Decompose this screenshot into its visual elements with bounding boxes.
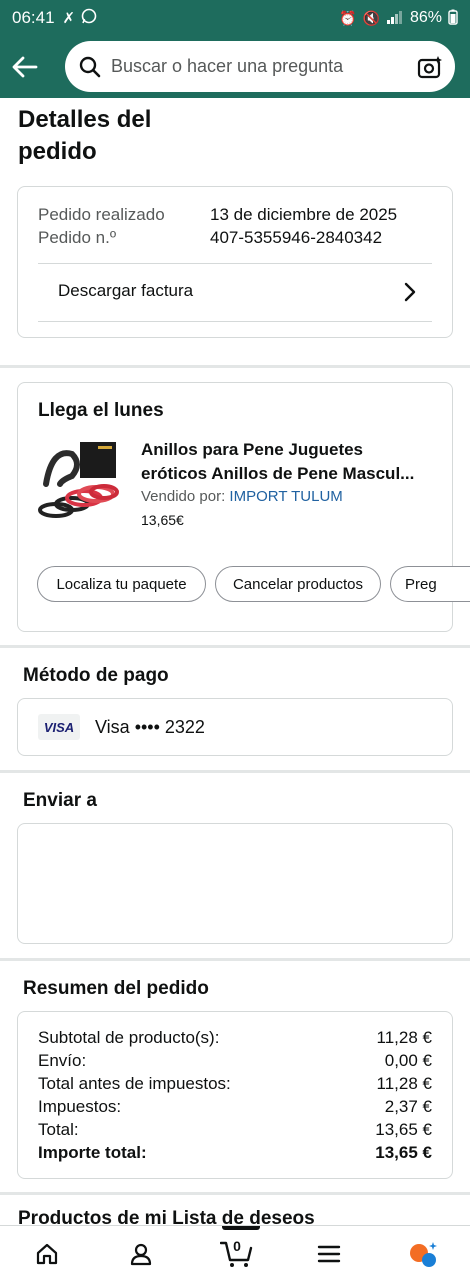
summary-label: Importe total: bbox=[38, 1143, 147, 1162]
battery-level: 86% bbox=[409, 9, 442, 26]
summary-value: 0,00 € bbox=[384, 1051, 432, 1070]
summary-label: Subtotal de producto(s): bbox=[38, 1028, 220, 1047]
nav-cart[interactable]: 0 bbox=[207, 1226, 267, 1280]
mute-icon: 🔇 bbox=[362, 9, 380, 26]
summary-label: Total: bbox=[38, 1120, 79, 1139]
sold-by: Vendido por: IMPORT TULUM bbox=[141, 488, 343, 505]
card-number: Visa •••• 2322 bbox=[95, 717, 205, 737]
nav-home[interactable] bbox=[17, 1226, 77, 1280]
summary-total-row: Importe total: 13,65 € bbox=[38, 1143, 432, 1163]
battery-icon bbox=[448, 9, 458, 28]
summary-label: Envío: bbox=[38, 1051, 87, 1070]
nav-rufus[interactable] bbox=[393, 1226, 453, 1280]
ask-question-button[interactable]: Preg bbox=[390, 566, 470, 602]
back-button[interactable] bbox=[0, 36, 50, 98]
summary-row: Impuestos: 2,37 € bbox=[38, 1097, 432, 1117]
section-divider bbox=[0, 645, 470, 648]
alarm-icon: ⏰ bbox=[339, 9, 357, 26]
payment-card bbox=[17, 698, 453, 756]
download-invoice-label: Descargar factura bbox=[58, 281, 194, 300]
rufus-assistant-icon bbox=[410, 1241, 437, 1267]
section-divider bbox=[0, 770, 470, 773]
app-header: Buscar o hacer una pregunta bbox=[0, 36, 470, 98]
summary-value: 2,37 € bbox=[384, 1097, 432, 1116]
status-icons: ⏰ 🔇 86% bbox=[339, 9, 458, 28]
order-number-label: Pedido n.º bbox=[38, 228, 117, 247]
summary-row: Subtotal de producto(s): 11,28 € bbox=[38, 1028, 432, 1048]
order-placed-label: Pedido realizado bbox=[38, 205, 165, 224]
missed-call-icon: ✗ bbox=[62, 10, 76, 27]
search-icon bbox=[79, 56, 101, 77]
summary-value: 13,65 € bbox=[375, 1143, 432, 1162]
delivery-heading: Llega el lunes bbox=[38, 400, 164, 421]
section-divider bbox=[0, 1192, 470, 1195]
summary-row: Total antes de impuestos: 11,28 € bbox=[38, 1074, 432, 1094]
status-bar: 06:41 ✗ ⏰ 🔇 86% bbox=[0, 0, 470, 36]
whatsapp-icon bbox=[81, 8, 97, 28]
download-invoice-row[interactable]: Descargar factura bbox=[38, 264, 432, 321]
product-title-line: Anillos para Pene Juguetes bbox=[141, 440, 364, 459]
product-price: 13,65€ bbox=[141, 512, 184, 528]
cart-count: 0 bbox=[233, 1238, 241, 1254]
order-placed-value: 13 de diciembre de 2025 bbox=[210, 205, 398, 224]
bottom-navigation: 0 bbox=[0, 1225, 470, 1280]
signal-icon bbox=[386, 10, 404, 27]
menu-icon bbox=[317, 1245, 341, 1262]
cancel-items-button[interactable]: Cancelar productos bbox=[215, 566, 381, 602]
search-bar[interactable]: Buscar o hacer una pregunta bbox=[65, 41, 455, 92]
order-number-value: 407-5355946-2840342 bbox=[210, 228, 383, 247]
page-title: Detalles del pedido bbox=[18, 106, 152, 165]
summary-row: Envío: 0,00 € bbox=[38, 1051, 432, 1071]
section-divider bbox=[0, 958, 470, 961]
summary-value: 13,65 € bbox=[375, 1120, 432, 1139]
order-info-card: Pedido realizado 13 de diciembre de 2025… bbox=[17, 186, 453, 338]
summary-value: 11,28 € bbox=[376, 1074, 432, 1093]
search-input[interactable]: Buscar o hacer una pregunta bbox=[111, 56, 417, 77]
summary-label: Total antes de impuestos: bbox=[38, 1074, 231, 1093]
summary-label: Impuestos: bbox=[38, 1097, 122, 1116]
summary-value: 11,28 € bbox=[376, 1028, 432, 1047]
seller-link[interactable]: IMPORT TULUM bbox=[229, 488, 342, 505]
nav-menu[interactable] bbox=[299, 1226, 359, 1280]
sold-by-label: Vendido por: bbox=[141, 488, 226, 505]
payment-heading: Método de pago bbox=[23, 665, 169, 686]
status-time: 06:41 bbox=[12, 8, 55, 27]
account-icon bbox=[130, 1243, 152, 1265]
home-icon bbox=[36, 1243, 58, 1264]
product-title-line: eróticos Anillos de Pene Mascul... bbox=[141, 464, 415, 483]
camera-search-icon[interactable] bbox=[417, 55, 443, 79]
track-package-button[interactable]: Localiza tu paquete bbox=[37, 566, 206, 602]
section-divider bbox=[0, 365, 470, 368]
product-title[interactable]: Anillos para Pene Juguetes eróticos Anil… bbox=[141, 438, 441, 486]
ship-to-heading: Enviar a bbox=[23, 790, 97, 811]
visa-logo: VISA bbox=[38, 714, 80, 740]
order-summary-heading: Resumen del pedido bbox=[23, 978, 209, 999]
shipping-address-card bbox=[17, 823, 453, 944]
back-arrow-icon bbox=[12, 56, 38, 78]
nav-account[interactable] bbox=[111, 1226, 171, 1280]
divider bbox=[38, 321, 432, 322]
summary-row: Total: 13,65 € bbox=[38, 1120, 432, 1140]
product-image[interactable] bbox=[38, 440, 120, 520]
chevron-right-icon bbox=[404, 282, 416, 302]
